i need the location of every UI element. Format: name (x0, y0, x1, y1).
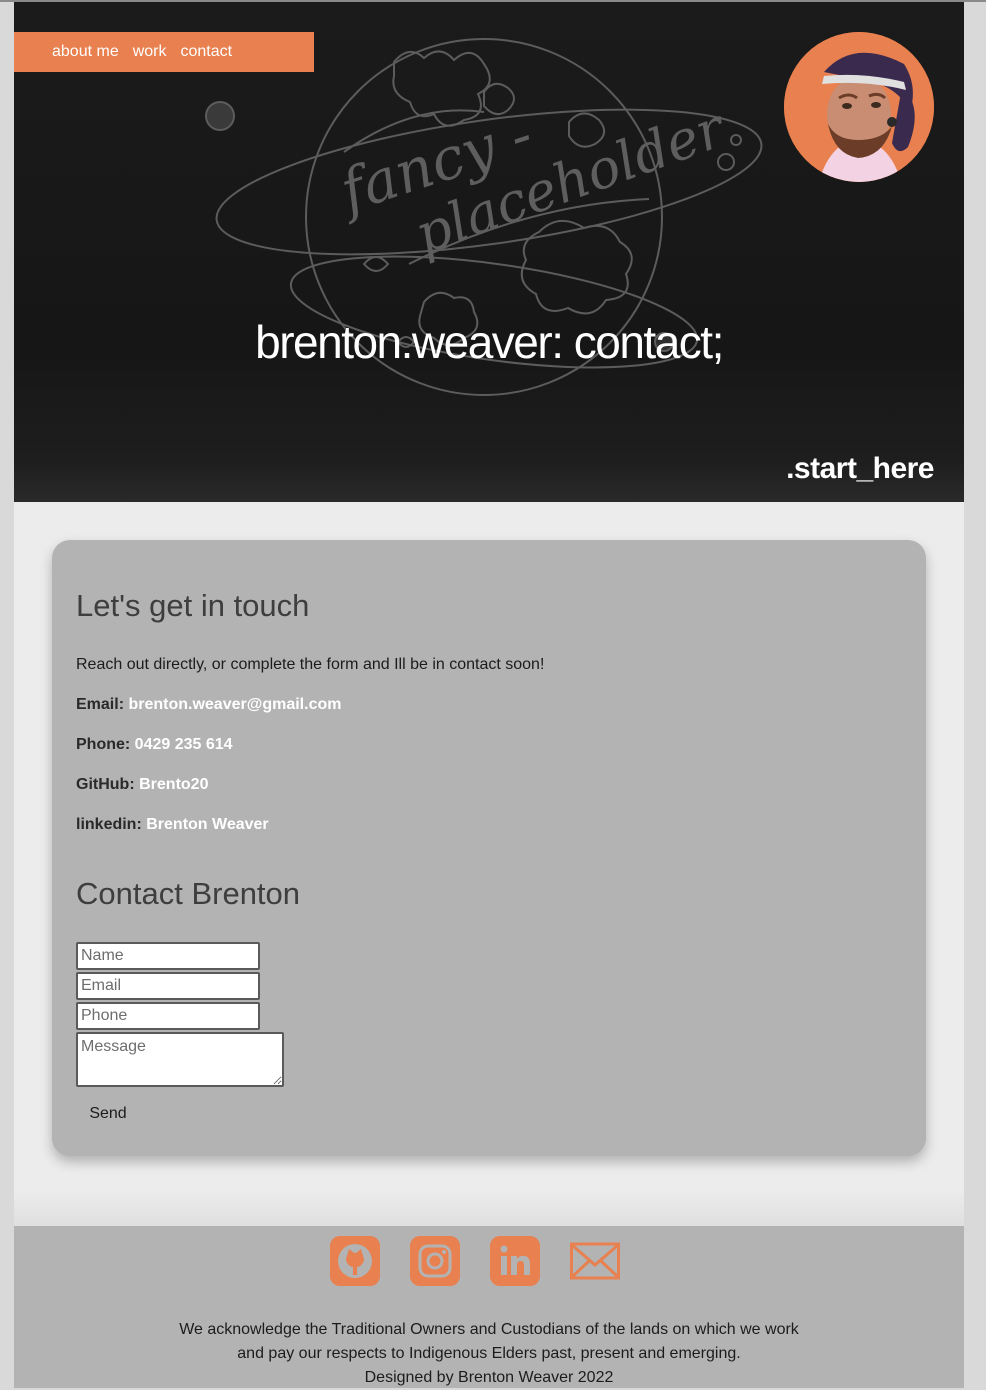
nav-item-work[interactable]: work (133, 43, 167, 61)
github-row: GitHub: Brento20 (76, 776, 208, 794)
footer: We acknowledge the Traditional Owners an… (14, 1190, 964, 1390)
linkedin-row: linkedin: Brenton Weaver (76, 816, 269, 834)
contact-intro-text: Reach out directly, or complete the form… (76, 656, 545, 673)
linkedin-label: linkedin: (76, 816, 142, 833)
github-label: GitHub: (76, 776, 135, 793)
phone-field[interactable] (76, 1002, 260, 1030)
github-link[interactable]: Brento20 (139, 776, 208, 793)
avatar-portrait-illustration (784, 32, 934, 182)
name-field[interactable] (76, 942, 260, 970)
linkedin-icon[interactable] (490, 1236, 540, 1286)
acknowledgement-line-1: We acknowledge the Traditional Owners an… (179, 1321, 799, 1338)
email-field[interactable] (76, 972, 260, 1000)
page: fancy - placeholder about me work contac… (14, 2, 964, 1388)
phone-row: Phone: 0429 235 614 (76, 736, 233, 754)
email-link[interactable]: brenton.weaver@gmail.com (128, 696, 341, 713)
hero-banner: fancy - placeholder about me work contac… (14, 2, 964, 502)
github-icon[interactable] (330, 1236, 380, 1286)
send-button[interactable]: Send (76, 1100, 140, 1128)
instagram-icon[interactable] (410, 1236, 460, 1286)
top-nav: about me work contact (14, 32, 314, 72)
start-here-link[interactable]: .start_here (786, 452, 934, 486)
email-row: Email: brenton.weaver@gmail.com (76, 696, 341, 714)
mail-icon[interactable] (570, 1236, 620, 1286)
designer-credit: Designed by Brenton Weaver 2022 (364, 1369, 614, 1386)
acknowledgement-line-2: and pay our respects to Indigenous Elder… (237, 1345, 741, 1362)
linkedin-link[interactable]: Brenton Weaver (146, 816, 268, 833)
avatar (784, 32, 934, 182)
nav-item-contact[interactable]: contact (181, 43, 233, 61)
nav-item-about-me[interactable]: about me (52, 43, 119, 61)
phone-label: Phone: (76, 736, 131, 753)
page-title: brenton.weaver: contact; (255, 315, 724, 368)
contact-form-heading: Contact Brenton (76, 876, 301, 911)
message-field[interactable] (76, 1032, 284, 1087)
contact-info-heading: Let's get in touch (76, 588, 310, 623)
acknowledgement: We acknowledge the Traditional Owners an… (14, 1318, 964, 1390)
email-label: Email: (76, 696, 125, 713)
contact-card: Let's get in touch Reach out directly, o… (52, 540, 926, 1156)
phone-link[interactable]: 0429 235 614 (135, 736, 233, 753)
